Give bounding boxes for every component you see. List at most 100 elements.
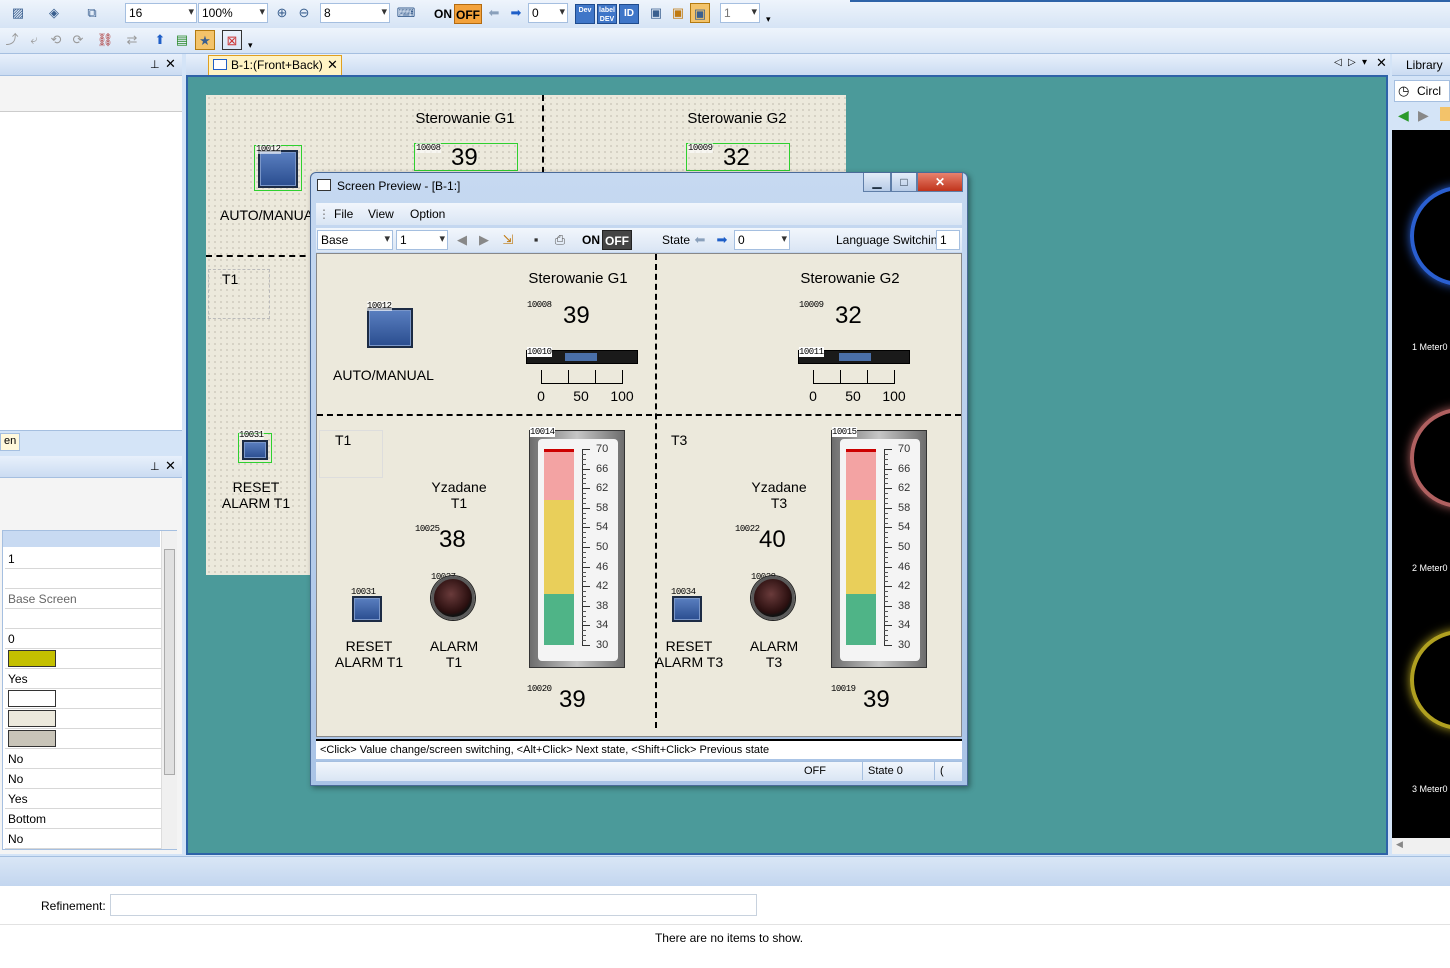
state-select[interactable]: 0 [734,230,790,250]
on-state-button[interactable]: ON [582,230,600,250]
close-icon[interactable]: ✕ [165,458,176,474]
off-state-button[interactable]: OFF [602,230,632,250]
refinement-input[interactable] [110,894,757,916]
property-row[interactable]: 0 [5,629,162,649]
close-document-icon[interactable]: ✕ [1376,55,1387,71]
keyboard-icon[interactable]: ⌨ [396,3,416,23]
meter-yellow-thumbnail[interactable] [1410,630,1450,730]
menu-view[interactable]: View [368,207,394,221]
flip-icon[interactable]: ⟳ [68,30,88,50]
zoom-in-icon[interactable]: ⊕ [272,3,292,23]
fill-bucket-icon[interactable]: ◈ [44,3,64,23]
property-row[interactable]: No [5,769,162,789]
property-row[interactable]: 1 [5,549,162,569]
g1-numeric-display[interactable]: 10008 39 [414,143,518,171]
t3-setpoint-value[interactable]: 40 [759,526,786,554]
zoom-out-icon[interactable]: ⊖ [294,3,314,23]
library-scrollbar[interactable]: ◀ [1392,838,1450,854]
tab-scroll-right-icon[interactable]: ▷ [1348,57,1356,68]
property-row[interactable] [5,649,162,669]
property-row[interactable] [5,569,162,589]
tab-b1-front-back[interactable]: B-1:(Front+Back) ✕ [208,55,342,75]
toolbar-overflow-icon[interactable]: ▾ [766,14,771,25]
label-dev-button[interactable]: label DEV [597,4,617,24]
scroll-left-icon[interactable]: ◀ [1396,839,1403,850]
page-select[interactable]: 1 [720,3,760,23]
close-window-button[interactable]: ✕ [917,173,963,192]
layer-front-icon[interactable]: ▣ [646,3,666,23]
group-icon[interactable]: ⛓ [95,30,115,50]
g2-slider[interactable]: 10011 [798,347,910,364]
scroll-thumb[interactable] [164,549,175,775]
prev-state-icon[interactable]: ⬅ [690,230,710,250]
zoom-window-icon[interactable]: ⧉ [82,3,102,23]
auto-manual-button[interactable]: 10012 [367,301,415,350]
property-scrollbar[interactable] [161,531,177,849]
pattern-icon[interactable]: ▨ [8,3,28,23]
menu-file[interactable]: File [334,207,353,221]
property-row[interactable] [5,689,162,709]
color-swatch[interactable] [8,690,56,707]
library-forward-icon[interactable]: ▶ [1418,107,1429,124]
color-swatch[interactable] [8,650,56,667]
rotate-icon[interactable]: ⟲ [46,30,66,50]
property-row[interactable] [5,709,162,729]
font-size-select[interactable]: 16 [125,3,197,23]
meter-red-thumbnail[interactable] [1410,408,1450,508]
forward-icon[interactable]: ▶ [474,230,494,250]
property-row[interactable] [5,729,162,749]
reset-alarm-t1-button[interactable]: 10031 [238,430,272,463]
back-icon[interactable]: ◀ [452,230,472,250]
next-state-icon[interactable]: ➡ [712,230,732,250]
property-row[interactable]: Base Screen [5,589,162,609]
off-state-button[interactable]: OFF [454,4,482,24]
library-back-icon[interactable]: ◀ [1398,107,1409,124]
dev-button[interactable]: Dev [575,4,595,24]
save-icon[interactable]: ▪ [526,230,546,250]
library-search[interactable]: ◷ Circl [1394,80,1450,102]
property-row[interactable]: Yes [5,669,162,689]
property-row[interactable]: Yes [5,789,162,809]
open-screen-icon[interactable]: ⇲ [498,230,518,250]
meter-blue-thumbnail[interactable] [1410,186,1450,286]
property-row[interactable]: Bottom [5,809,162,829]
maximize-button[interactable]: □ [891,173,917,192]
screen-number-select[interactable]: 1 [396,230,448,250]
toolbar2-overflow-icon[interactable]: ▾ [248,40,253,51]
language-field[interactable]: 1 [936,230,960,250]
screen-type-select[interactable]: Base [317,230,393,250]
arrow-left-icon[interactable]: ⬅ [484,3,504,23]
menu-option[interactable]: Option [410,207,445,221]
t1-setpoint-value[interactable]: 38 [439,526,466,554]
star-icon[interactable]: ★ [195,30,215,50]
id-button[interactable]: ID [619,4,639,24]
state-select[interactable]: 0 [528,3,568,23]
minimize-button[interactable]: ▁ [863,173,891,192]
picture-icon[interactable]: ⊠ [222,30,242,50]
auto-manual-button[interactable]: 10012 [254,144,302,191]
layer-back-icon[interactable]: ▣ [668,3,688,23]
screen-add-icon[interactable]: ▤ [172,30,192,50]
align-icon[interactable]: ⤴ [2,30,22,50]
close-icon[interactable]: ✕ [165,56,176,72]
align-left-icon[interactable]: ⤶ [24,30,44,50]
tab-screen[interactable]: en [0,433,21,451]
g1-slider[interactable]: 10010 [526,347,638,364]
tab-list-icon[interactable]: ▾ [1362,57,1367,68]
property-row[interactable] [5,609,162,629]
library-folder-icon[interactable] [1440,107,1450,121]
arrow-right-icon[interactable]: ➡ [506,3,526,23]
color-swatch[interactable] [8,710,56,727]
screen-list[interactable] [0,112,182,430]
preview-screen[interactable]: Sterowanie G1 Sterowanie G2 10012 AUTO/M… [316,253,962,737]
property-row[interactable]: No [5,829,162,849]
grid-select[interactable]: 8 [320,3,390,23]
tab-scroll-left-icon[interactable]: ◁ [1334,57,1342,68]
property-row[interactable]: No [5,749,162,769]
pin-icon[interactable]: ⊥ [150,460,160,473]
library-gallery[interactable]: 1 Meter0 2 Meter0 3 Meter0 [1392,130,1450,838]
layer-both-icon[interactable]: ▣ [690,3,710,23]
on-state-button[interactable]: ON [434,4,452,24]
print-icon[interactable]: ⎙ [550,230,570,250]
zoom-select[interactable]: 100% [198,3,268,23]
